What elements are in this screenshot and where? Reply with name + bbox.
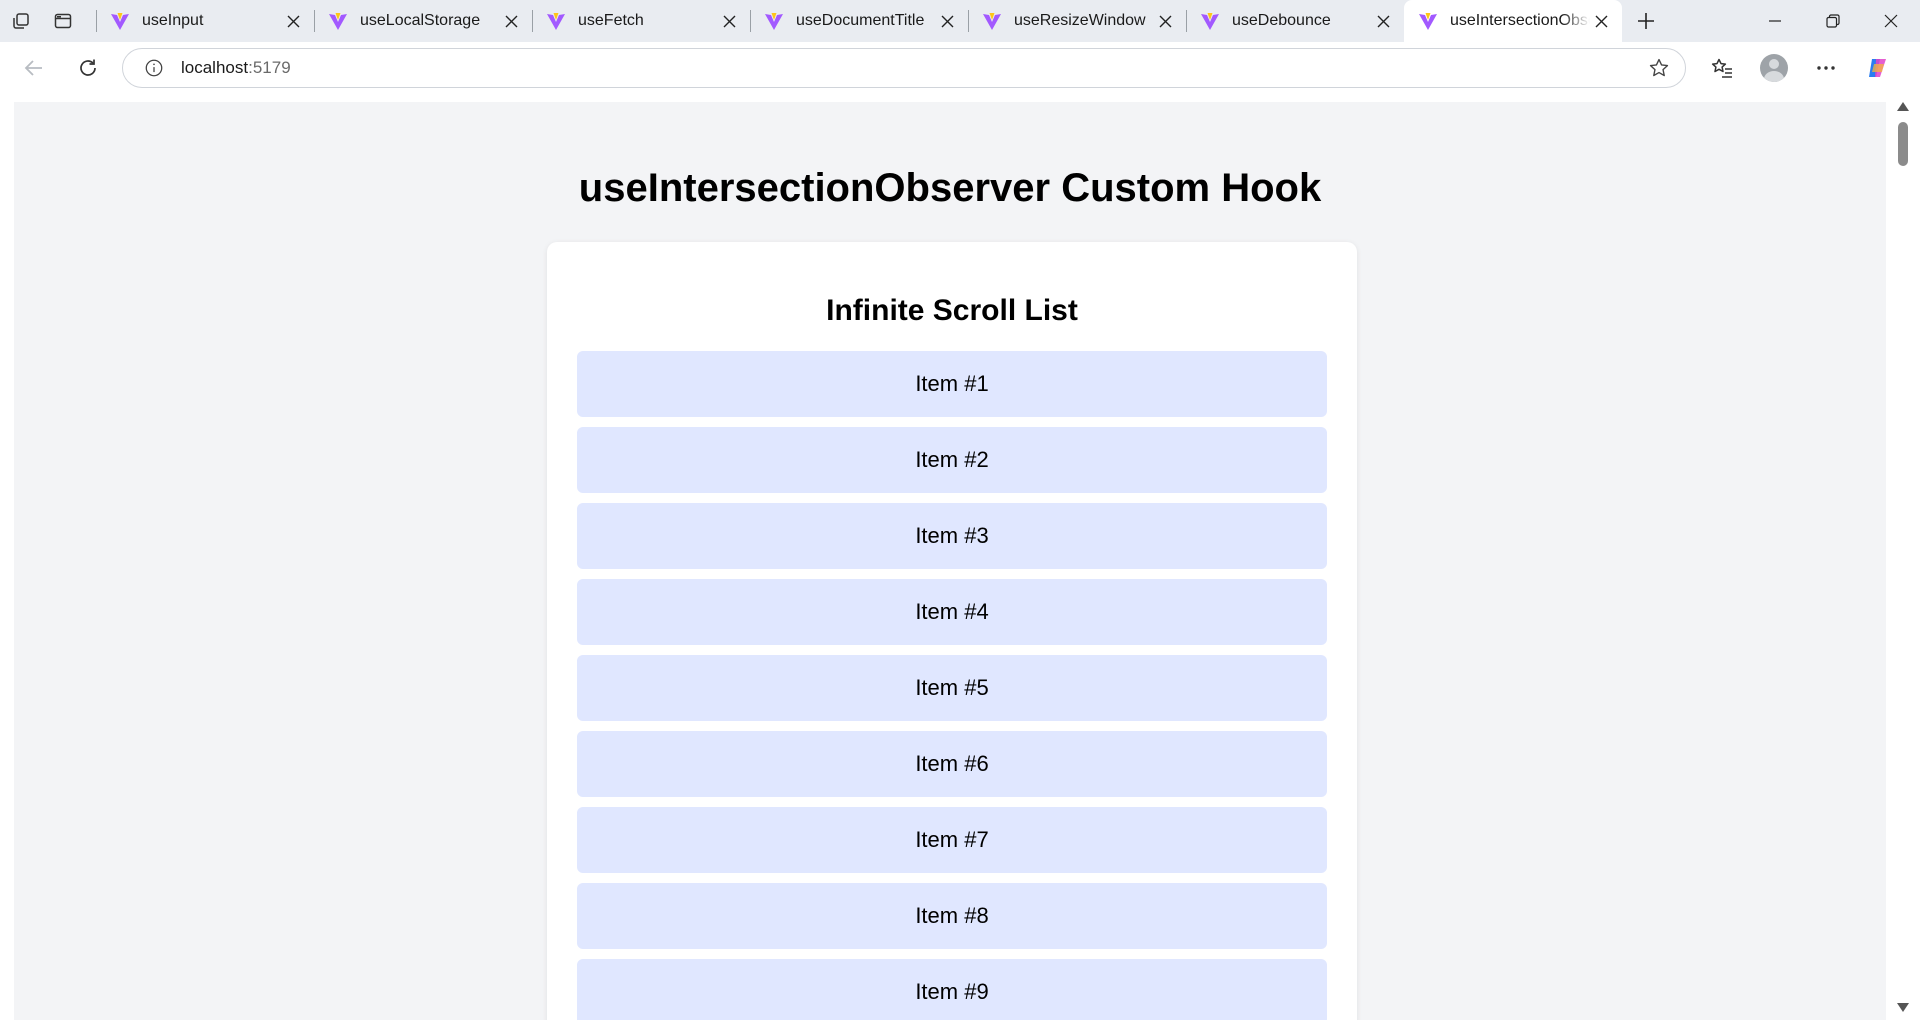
workspaces-icon[interactable] — [0, 0, 42, 42]
page-title: useIntersectionObserver Custom Hook — [578, 166, 1322, 210]
item-list: Item #1 Item #2 Item #3 Item #4 Item #5 … — [577, 351, 1327, 1020]
tab-title: useIntersectionObserver Custom Hook — [1450, 12, 1590, 29]
list-item: Item #4 — [577, 579, 1327, 645]
vertical-scrollbar[interactable] — [1886, 94, 1920, 1020]
restore-icon — [1826, 14, 1840, 28]
scroll-up-arrow-icon[interactable] — [1897, 102, 1909, 111]
profile-button[interactable] — [1752, 46, 1796, 90]
tab-strip: useInput useLocalStorage useFetch useDoc… — [0, 0, 1920, 42]
vite-favicon-icon — [111, 13, 129, 30]
refresh-icon — [80, 59, 96, 76]
url-host: localhost — [181, 58, 249, 77]
window-controls — [1746, 0, 1920, 42]
tab-useintersectionobserver[interactable]: useIntersectionObserver Custom Hook — [1404, 0, 1622, 42]
vite-favicon-icon — [765, 13, 783, 30]
tab-useinput[interactable]: useInput — [96, 0, 314, 42]
tab-title: useDebounce — [1232, 12, 1331, 29]
vite-favicon-icon — [547, 13, 565, 30]
list-item: Item #7 — [577, 807, 1327, 873]
new-tab-button[interactable] — [1622, 0, 1670, 42]
list-item: Item #6 — [577, 731, 1327, 797]
info-icon[interactable] — [143, 57, 165, 79]
tab-usedocumenttitle[interactable]: useDocumentTitle — [750, 0, 968, 42]
profile-icon — [1760, 54, 1788, 82]
tab-title: useDocumentTitle — [796, 12, 925, 29]
vite-favicon-icon — [1419, 13, 1437, 30]
vite-favicon-icon — [983, 13, 1001, 30]
list-item: Item #9 — [577, 959, 1327, 1020]
copilot-icon — [1869, 59, 1886, 77]
minimize-button[interactable] — [1746, 0, 1804, 42]
card-title: Infinite Scroll List — [826, 294, 1078, 327]
close-icon[interactable] — [282, 10, 304, 32]
tab-title: useLocalStorage — [360, 12, 481, 29]
close-icon[interactable] — [500, 10, 522, 32]
close-window-button[interactable] — [1862, 0, 1920, 42]
tab-uselocalstorage[interactable]: useLocalStorage — [314, 0, 532, 42]
more-button[interactable] — [1804, 46, 1848, 90]
browser-toolbar: localhost:5179 — [0, 42, 1920, 94]
favorites-button[interactable] — [1700, 46, 1744, 90]
back-arrow-icon — [24, 60, 42, 76]
vite-favicon-icon — [1201, 13, 1219, 30]
scroll-down-arrow-icon[interactable] — [1897, 1003, 1909, 1012]
list-item: Item #1 — [577, 351, 1327, 417]
tab-title: useResizeWindow — [1014, 12, 1146, 29]
list-item: Item #5 — [577, 655, 1327, 721]
close-icon[interactable] — [1590, 10, 1612, 32]
vite-favicon-icon — [329, 13, 347, 30]
restore-button[interactable] — [1804, 0, 1862, 42]
tab-usefetch[interactable]: useFetch — [532, 0, 750, 42]
minimize-icon — [1769, 20, 1781, 22]
page-viewport[interactable]: useIntersectionObserver Custom Hook Infi… — [14, 102, 1886, 1020]
address-bar[interactable]: localhost:5179 — [122, 48, 1686, 88]
close-icon[interactable] — [936, 10, 958, 32]
copilot-button[interactable] — [1856, 46, 1900, 90]
tab-useresizewindow[interactable]: useResizeWindow — [968, 0, 1186, 42]
more-icon — [1817, 66, 1835, 70]
close-icon[interactable] — [1372, 10, 1394, 32]
star-icon[interactable] — [1647, 56, 1671, 80]
back-button[interactable] — [14, 48, 54, 88]
url-text: localhost:5179 — [181, 58, 1647, 78]
list-item: Item #2 — [577, 427, 1327, 493]
url-port: :5179 — [248, 58, 291, 77]
scrollbar-thumb[interactable] — [1898, 122, 1908, 166]
toolbar-actions — [1696, 46, 1904, 90]
close-icon[interactable] — [1154, 10, 1176, 32]
tab-usedebounce[interactable]: useDebounce — [1186, 0, 1404, 42]
favorites-icon — [1711, 58, 1732, 78]
tab-title: useInput — [142, 12, 204, 29]
infinite-scroll-card: Infinite Scroll List Item #1 Item #2 Ite… — [547, 242, 1357, 1020]
plus-icon — [1638, 13, 1654, 29]
list-item: Item #3 — [577, 503, 1327, 569]
close-icon — [1884, 14, 1898, 28]
list-item: Item #8 — [577, 883, 1327, 949]
refresh-button[interactable] — [68, 48, 108, 88]
close-icon[interactable] — [718, 10, 740, 32]
tab-actions-icon[interactable] — [42, 0, 84, 42]
tab-title: useFetch — [578, 12, 644, 29]
